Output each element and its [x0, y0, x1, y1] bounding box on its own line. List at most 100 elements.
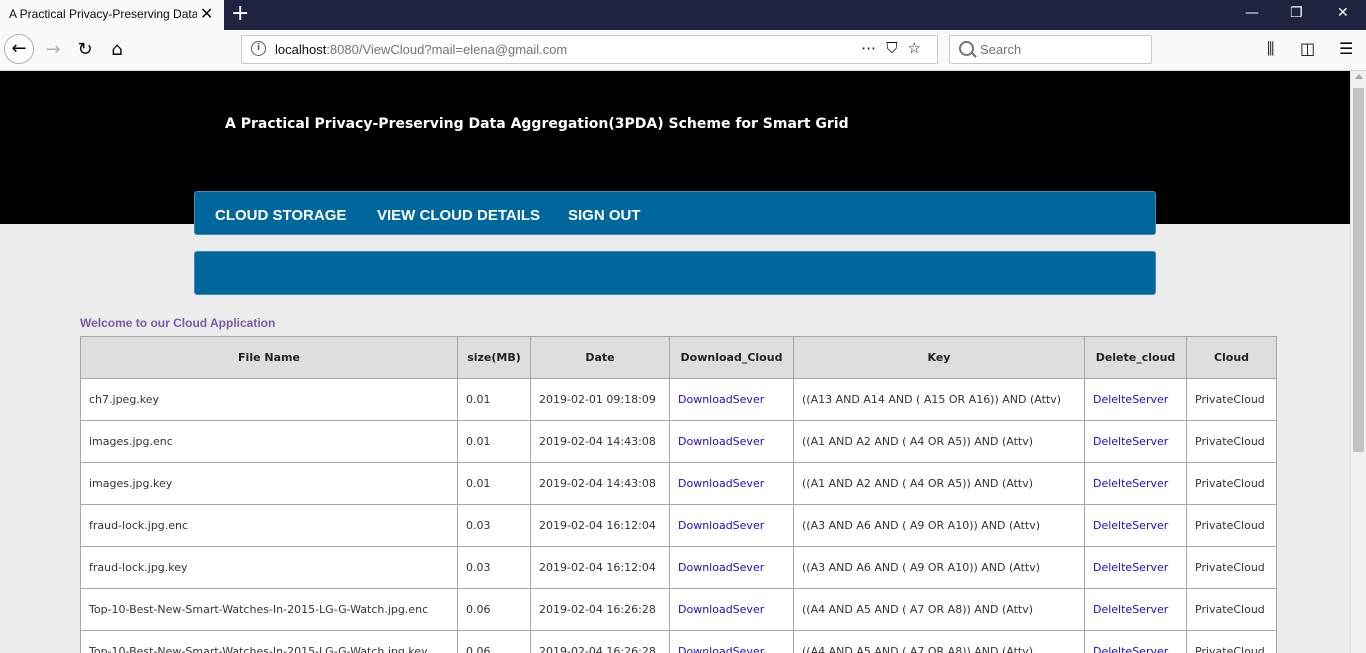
date-cell: 2019-02-01 09:18:09	[530, 378, 670, 421]
pocket-icon[interactable]: ⛉	[886, 39, 907, 57]
delete-link[interactable]: DelelteServer	[1084, 462, 1187, 505]
file-name-cell: fraud-lock.jpg.key	[80, 546, 458, 589]
bookmark-star-icon[interactable]: ☆	[908, 39, 931, 57]
table-row: fraud-lock.jpg.key 0.03 2019-02-04 16:12…	[80, 546, 1277, 589]
search-icon	[959, 41, 974, 56]
cloud-cell: PrivateCloud	[1186, 504, 1277, 547]
table-row: images.jpg.key 0.01 2019-02-04 14:43:08 …	[80, 462, 1277, 505]
date-cell: 2019-02-04 16:12:04	[530, 546, 670, 589]
key-cell: ((A4 AND A5 AND ( A7 OR A8)) AND (Attv)	[793, 630, 1085, 653]
table-row: images.jpg.enc 0.01 2019-02-04 14:43:08 …	[80, 420, 1277, 463]
forward-arrow-icon[interactable]: →	[37, 30, 69, 70]
sidebar-icon[interactable]: ◫	[1300, 40, 1315, 58]
key-cell: ((A1 AND A2 AND ( A4 OR A5)) AND (Attv)	[793, 462, 1085, 505]
menu-item-sign-out[interactable]: SIGN OUT	[568, 207, 641, 224]
key-cell: ((A3 AND A6 AND ( A9 OR A10)) AND (Attv)	[793, 504, 1085, 547]
page-scrollbar[interactable]	[1350, 71, 1366, 653]
address-bar[interactable]: i localhost:8080/ViewCloud?mail=elena@gm…	[241, 35, 938, 64]
cloud-cell: PrivateCloud	[1186, 588, 1277, 631]
restore-button[interactable]: ❐	[1290, 5, 1303, 21]
size-cell: 0.03	[457, 546, 531, 589]
minimize-button[interactable]: —	[1245, 5, 1259, 21]
key-cell: ((A13 AND A14 AND ( A15 OR A16)) AND (At…	[793, 378, 1085, 421]
navigation-bar: ← → ↻ ⌂ i localhost:8080/ViewCloud?mail=…	[0, 30, 1366, 71]
cloud-cell: PrivateCloud	[1186, 462, 1277, 505]
table-row: fraud-lock.jpg.enc 0.03 2019-02-04 16:12…	[80, 504, 1277, 547]
date-cell: 2019-02-04 16:12:04	[530, 504, 670, 547]
menu-hamburger-icon[interactable]: ☰	[1339, 40, 1353, 58]
cloud-cell: PrivateCloud	[1186, 546, 1277, 589]
delete-link[interactable]: DelelteServer	[1084, 546, 1187, 589]
key-cell: ((A1 AND A2 AND ( A4 OR A5)) AND (Attv)	[793, 420, 1085, 463]
column-header-cloud: Cloud	[1186, 336, 1277, 379]
cloud-cell: PrivateCloud	[1186, 630, 1277, 653]
date-cell: 2019-02-04 16:26:28	[530, 588, 670, 631]
window-close-button[interactable]: ✕	[1337, 5, 1349, 21]
file-name-cell: ch7.jpeg.key	[80, 378, 458, 421]
download-link[interactable]: DownloadSever	[669, 378, 794, 421]
column-header-size: size(MB)	[457, 336, 531, 379]
reload-icon[interactable]: ↻	[69, 30, 101, 70]
delete-link[interactable]: DelelteServer	[1084, 420, 1187, 463]
file-name-cell: images.jpg.key	[80, 462, 458, 505]
delete-link[interactable]: DelelteServer	[1084, 504, 1187, 547]
file-name-cell: Top-10-Best-New-Smart-Watches-In-2015-LG…	[80, 630, 458, 653]
column-header-file-name: File Name	[80, 336, 458, 379]
library-icon[interactable]: ⫼	[1267, 40, 1274, 58]
back-arrow-icon[interactable]: ←	[4, 34, 34, 64]
url-text[interactable]: localhost:8080/ViewCloud?mail=elena@gmai…	[275, 42, 567, 57]
column-header-download: Download_Cloud	[669, 336, 794, 379]
size-cell: 0.01	[457, 462, 531, 505]
size-cell: 0.03	[457, 504, 531, 547]
sub-banner	[194, 251, 1156, 295]
new-tab-button[interactable]: +	[231, 1, 249, 27]
site-info-icon[interactable]: i	[251, 41, 266, 56]
tab-bar: A Practical Privacy-Preserving Data Aggr…	[0, 0, 1366, 30]
delete-link[interactable]: DelelteServer	[1084, 630, 1187, 653]
table-row: Top-10-Best-New-Smart-Watches-In-2015-LG…	[80, 630, 1277, 653]
download-link[interactable]: DownloadSever	[669, 420, 794, 463]
search-input[interactable]	[980, 42, 1140, 57]
size-cell: 0.01	[457, 378, 531, 421]
home-icon[interactable]: ⌂	[101, 30, 133, 70]
table-row: Top-10-Best-New-Smart-Watches-In-2015-LG…	[80, 588, 1277, 631]
site-title: A Practical Privacy-Preserving Data Aggr…	[225, 116, 849, 132]
date-cell: 2019-02-04 16:26:28	[530, 630, 670, 653]
table-header-row: File Name size(MB) Date Download_Cloud K…	[80, 336, 1277, 379]
page-actions[interactable]: ⋯⛉☆	[861, 39, 931, 57]
key-cell: ((A3 AND A6 AND ( A9 OR A10)) AND (Attv)	[793, 546, 1085, 589]
download-link[interactable]: DownloadSever	[669, 546, 794, 589]
date-cell: 2019-02-04 14:43:08	[530, 462, 670, 505]
more-actions-icon[interactable]: ⋯	[861, 39, 886, 57]
size-cell: 0.01	[457, 420, 531, 463]
download-link[interactable]: DownloadSever	[669, 462, 794, 505]
tab-close-icon[interactable]: ✕	[200, 5, 213, 23]
cloud-cell: PrivateCloud	[1186, 420, 1277, 463]
key-cell: ((A4 AND A5 AND ( A7 OR A8)) AND (Attv)	[793, 588, 1085, 631]
browser-tab[interactable]: A Practical Privacy-Preserving Data Aggr…	[0, 0, 224, 30]
search-bar[interactable]	[949, 35, 1152, 64]
size-cell: 0.06	[457, 588, 531, 631]
delete-link[interactable]: DelelteServer	[1084, 588, 1187, 631]
column-header-date: Date	[530, 336, 670, 379]
file-name-cell: images.jpg.enc	[80, 420, 458, 463]
scroll-up-arrow-icon[interactable]	[1355, 74, 1363, 79]
column-header-key: Key	[793, 336, 1085, 379]
download-link[interactable]: DownloadSever	[669, 630, 794, 653]
date-cell: 2019-02-04 14:43:08	[530, 420, 670, 463]
download-link[interactable]: DownloadSever	[669, 588, 794, 631]
file-name-cell: fraud-lock.jpg.enc	[80, 504, 458, 547]
column-header-delete: Delete_cloud	[1084, 336, 1187, 379]
file-name-cell: Top-10-Best-New-Smart-Watches-In-2015-LG…	[80, 588, 458, 631]
main-menu: CLOUD STORAGE VIEW CLOUD DETAILS SIGN OU…	[194, 191, 1156, 235]
cloud-cell: PrivateCloud	[1186, 378, 1277, 421]
download-link[interactable]: DownloadSever	[669, 504, 794, 547]
menu-item-view-cloud-details[interactable]: VIEW CLOUD DETAILS	[377, 207, 540, 224]
size-cell: 0.06	[457, 630, 531, 653]
table-row: ch7.jpeg.key 0.01 2019-02-01 09:18:09 Do…	[80, 378, 1277, 421]
delete-link[interactable]: DelelteServer	[1084, 378, 1187, 421]
menu-item-cloud-storage[interactable]: CLOUD STORAGE	[215, 207, 346, 224]
scrollbar-thumb[interactable]	[1353, 88, 1364, 452]
cloud-files-table: File Name size(MB) Date Download_Cloud K…	[80, 336, 1277, 653]
welcome-text: Welcome to our Cloud Application	[80, 316, 276, 330]
